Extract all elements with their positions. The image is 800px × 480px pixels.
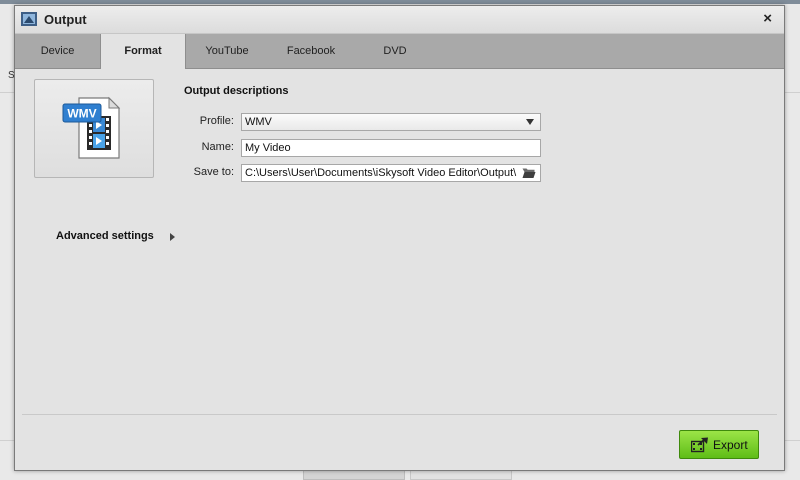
chevron-right-icon[interactable] — [170, 233, 175, 241]
background-button — [303, 470, 405, 480]
name-label: Name: — [201, 141, 234, 153]
save-to-input[interactable]: C:\Users\User\Documents\iSkysoft Video E… — [241, 164, 541, 182]
profile-label: Profile: — [199, 115, 234, 127]
tab-format[interactable]: Format — [100, 34, 186, 69]
background-button — [410, 470, 512, 480]
format-preview[interactable]: WMV — [34, 79, 154, 178]
footer-divider — [22, 414, 777, 415]
format-badge-text: WMV — [67, 107, 96, 121]
save-to-label: Save to: — [193, 166, 234, 178]
dialog-title: Output — [44, 12, 87, 27]
folder-open-icon[interactable] — [522, 167, 536, 179]
tab-bar: Device Format YouTube Facebook DVD — [15, 34, 784, 69]
format-panel: WMV Output descriptions Profile: WMV Nam… — [15, 69, 784, 470]
tab-youtube[interactable]: YouTube — [185, 34, 269, 68]
dialog-titlebar: Output × — [15, 6, 784, 34]
save-to-value: C:\Users\User\Documents\iSkysoft Video E… — [245, 167, 517, 179]
name-value: My Video — [245, 142, 291, 154]
name-input[interactable]: My Video — [241, 139, 541, 157]
advanced-settings-toggle[interactable]: Advanced settings — [56, 230, 154, 242]
tab-device[interactable]: Device — [15, 34, 100, 68]
export-button[interactable]: Export — [679, 430, 759, 459]
output-dialog: Output × Device Format YouTube Facebook … — [14, 5, 785, 471]
profile-value: WMV — [245, 116, 272, 128]
app-logo-icon — [21, 12, 37, 26]
tab-facebook[interactable]: Facebook — [269, 34, 353, 68]
profile-select[interactable]: WMV — [241, 113, 541, 131]
tab-dvd[interactable]: DVD — [353, 34, 437, 68]
background-top-strip — [0, 0, 800, 4]
close-button[interactable]: × — [763, 10, 772, 27]
section-title: Output descriptions — [184, 85, 289, 97]
export-label: Export — [713, 438, 748, 452]
wmv-file-icon: WMV — [62, 96, 121, 159]
export-icon — [691, 437, 708, 453]
chevron-down-icon — [526, 119, 534, 125]
